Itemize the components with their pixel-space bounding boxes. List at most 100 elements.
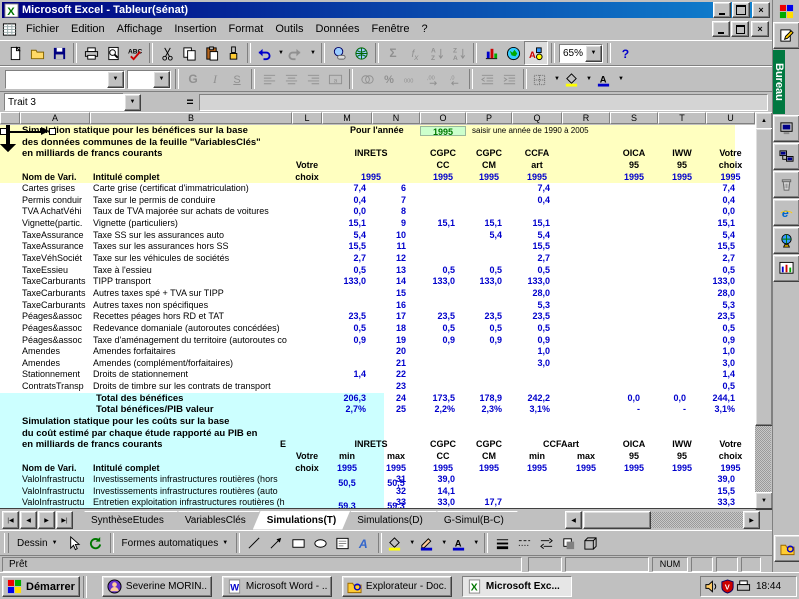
fill-color-button[interactable]: ▼ bbox=[562, 68, 594, 90]
value-cell-M7[interactable]: 0,4 bbox=[322, 195, 366, 207]
menu-insertion[interactable]: Insertion bbox=[168, 21, 222, 37]
sheet-tab-simulationsd[interactable]: Simulations(D) bbox=[343, 511, 437, 530]
label-A33[interactable]: ValoInfrastructu bbox=[22, 497, 88, 508]
value-cell-U14[interactable]: 133,0 bbox=[706, 276, 735, 288]
column-header-A[interactable]: A bbox=[20, 112, 90, 124]
label-B14[interactable]: TIPP transport bbox=[93, 276, 290, 288]
value-cell-U7[interactable]: 0,4 bbox=[706, 195, 735, 207]
drawing-button[interactable]: A bbox=[524, 41, 548, 65]
inc-decimal-button[interactable]: ,00 bbox=[422, 68, 444, 90]
value-cell-Q10[interactable]: 5,4 bbox=[512, 230, 550, 242]
line-style-button[interactable] bbox=[491, 532, 513, 554]
function-button[interactable]: fx bbox=[404, 42, 426, 64]
map-button[interactable] bbox=[502, 42, 524, 64]
column-header-P[interactable]: P bbox=[466, 112, 512, 124]
label-A13[interactable]: TaxeEssieu bbox=[22, 265, 88, 277]
value-cell-Q16[interactable]: 5,3 bbox=[512, 300, 550, 312]
label-A12[interactable]: TaxeVéhSociét bbox=[22, 253, 88, 265]
value-cell-P24[interactable]: 178,9 bbox=[466, 393, 502, 405]
label-A19[interactable]: Péages&assoc bbox=[22, 335, 88, 347]
label-B8[interactable]: Taux de TVA majorée sur achats de voitur… bbox=[93, 206, 290, 218]
value-cell-M13[interactable]: 0,5 bbox=[322, 265, 366, 277]
sort-asc-button[interactable]: AZ bbox=[426, 42, 448, 64]
value-cell-U8[interactable]: 0,0 bbox=[706, 206, 735, 218]
dec-decimal-button[interactable]: ,0 bbox=[444, 68, 466, 90]
label-B19[interactable]: Taxe d'aménagement du territoire (autoro… bbox=[93, 335, 290, 347]
column-header-Q[interactable]: Q bbox=[512, 112, 562, 124]
value-cell-Q14[interactable]: 133,0 bbox=[512, 276, 550, 288]
task-explorer[interactable]: Explorateur - Doc... bbox=[342, 576, 452, 597]
value-cell-O33[interactable]: 33,0 bbox=[420, 497, 455, 508]
sheet-tab-variablescls[interactable]: VariablesClés bbox=[171, 511, 260, 530]
value-cell-U19[interactable]: 0,9 bbox=[706, 335, 735, 347]
value-cell-U11[interactable]: 15,5 bbox=[706, 241, 735, 253]
column-header-R[interactable]: R bbox=[562, 112, 610, 124]
value-cell-N17[interactable]: 17 bbox=[372, 311, 406, 323]
value-cell-N20[interactable]: 20 bbox=[372, 346, 406, 358]
value-cell-S24[interactable]: 0,0 bbox=[610, 393, 640, 405]
format-painter-button[interactable] bbox=[222, 42, 244, 64]
value-cell-P25[interactable]: 2,3% bbox=[466, 404, 502, 416]
value-cell-N8[interactable]: 8 bbox=[372, 206, 406, 218]
value-cell-M11[interactable]: 15,5 bbox=[322, 241, 366, 253]
column-header-L[interactable]: L bbox=[292, 112, 322, 124]
print-button[interactable] bbox=[80, 42, 102, 64]
zoom-dropdown[interactable]: ▼ bbox=[585, 45, 602, 62]
value-cell-U32[interactable]: 15,5 bbox=[706, 486, 735, 498]
speaker-icon[interactable] bbox=[704, 579, 720, 595]
font-color-button[interactable]: A▼ bbox=[594, 68, 626, 90]
value-cell-U16[interactable]: 5,3 bbox=[706, 300, 735, 312]
value-cell-Q18[interactable]: 0,5 bbox=[512, 323, 550, 335]
label-B6[interactable]: Carte grise (certificat d'immatriculatio… bbox=[93, 183, 290, 195]
value-cell-U25[interactable]: 3,1% bbox=[706, 404, 735, 416]
formula-input[interactable] bbox=[199, 94, 768, 111]
menu-?[interactable]: ? bbox=[415, 21, 433, 37]
label-B22[interactable]: Droits de stationnement bbox=[93, 369, 290, 381]
selection-handle-right[interactable] bbox=[49, 128, 56, 135]
label-B12[interactable]: Taxe sur les véhicules de sociétés bbox=[93, 253, 290, 265]
value-cell-M22[interactable]: 1,4 bbox=[322, 369, 366, 381]
select-arrow-button[interactable] bbox=[63, 532, 85, 554]
value-cell-U6[interactable]: 7,4 bbox=[706, 183, 735, 195]
value-cell-U21[interactable]: 3,0 bbox=[706, 358, 735, 370]
tab-next[interactable]: ▶ bbox=[38, 511, 55, 529]
label-A22[interactable]: Stationnement bbox=[22, 369, 88, 381]
column-header-B[interactable]: B bbox=[90, 112, 292, 124]
label-A32[interactable]: ValoInfrastructu bbox=[22, 486, 88, 498]
autosum-button[interactable]: Σ bbox=[382, 42, 404, 64]
office-globe-icon[interactable] bbox=[773, 227, 799, 254]
label-A14[interactable]: TaxeCarburants bbox=[22, 276, 88, 288]
value-cell-N19[interactable]: 19 bbox=[372, 335, 406, 347]
underline-button[interactable]: S bbox=[226, 68, 248, 90]
value-cell-P18[interactable]: 0,5 bbox=[466, 323, 502, 335]
label-B15[interactable]: Autres taxes spé + TVA sur TIPP bbox=[93, 288, 290, 300]
preview-button[interactable] bbox=[102, 42, 124, 64]
printer-tray-icon[interactable] bbox=[736, 579, 752, 595]
value-cell-M25[interactable]: 2,7% bbox=[322, 404, 366, 416]
value-cell-Q7[interactable]: 0,4 bbox=[512, 195, 550, 207]
value-cell-U9[interactable]: 15,1 bbox=[706, 218, 735, 230]
column-header-O[interactable]: O bbox=[420, 112, 466, 124]
office-ie-icon[interactable]: e bbox=[773, 199, 799, 226]
redo-button[interactable]: ▼ bbox=[286, 42, 318, 64]
value-cell-N10[interactable]: 10 bbox=[372, 230, 406, 242]
label-B16[interactable]: Autres taxes non spécifiques bbox=[93, 300, 290, 312]
value-cell-U22[interactable]: 1,4 bbox=[706, 369, 735, 381]
value-cell-Q19[interactable]: 0,9 bbox=[512, 335, 550, 347]
merged-value-M31[interactable]: 50,5 bbox=[322, 478, 372, 490]
task-word[interactable]: WMicrosoft Word - ... bbox=[222, 576, 332, 597]
value-cell-Q24[interactable]: 242,2 bbox=[512, 393, 550, 405]
value-cell-O17[interactable]: 23,5 bbox=[420, 311, 455, 323]
inc-indent-button[interactable] bbox=[498, 68, 520, 90]
label-A9[interactable]: Vignette(partic. bbox=[22, 218, 88, 230]
merged-value-N31[interactable]: 50,5 bbox=[372, 478, 420, 490]
font-combo[interactable]: ▼ bbox=[5, 70, 125, 89]
value-cell-Q17[interactable]: 23,5 bbox=[512, 311, 550, 323]
value-cell-P17[interactable]: 23,5 bbox=[466, 311, 502, 323]
label-B18[interactable]: Redevance domaniale (autoroutes concédée… bbox=[93, 323, 290, 335]
fill-color2-button[interactable]: ▼ bbox=[385, 532, 417, 554]
hscroll-left-button[interactable]: ◀ bbox=[565, 511, 582, 529]
value-cell-M9[interactable]: 15,1 bbox=[322, 218, 366, 230]
close-button[interactable]: × bbox=[752, 2, 770, 18]
free-rotate-button[interactable] bbox=[85, 532, 107, 554]
